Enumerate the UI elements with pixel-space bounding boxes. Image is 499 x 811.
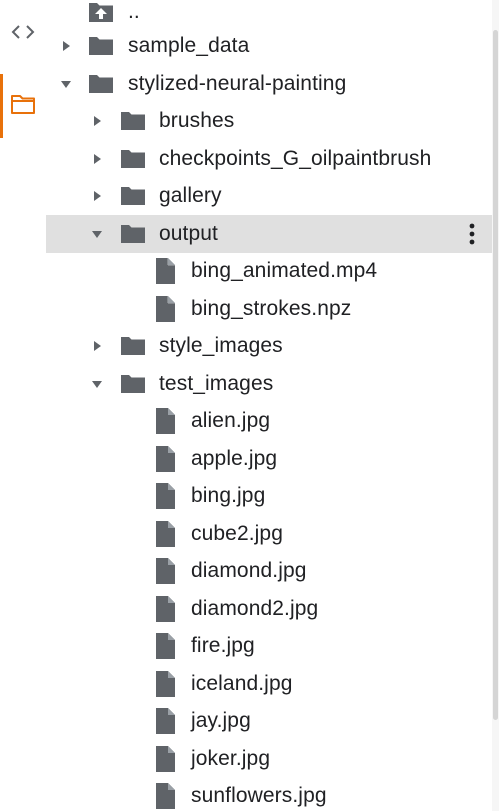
tree-item-label: diamond.jpg bbox=[191, 559, 307, 583]
folder-icon bbox=[118, 144, 148, 174]
tree-item-joker-jpg[interactable]: joker.jpg bbox=[46, 740, 492, 778]
file-icon bbox=[150, 744, 180, 774]
tree-item-label: brushes bbox=[159, 109, 235, 133]
more-options-icon[interactable] bbox=[462, 219, 482, 249]
tree-item-test-images[interactable]: test_images bbox=[46, 365, 492, 403]
tree-item-brushes[interactable]: brushes bbox=[46, 103, 492, 141]
tree-item-alien-jpg[interactable]: alien.jpg bbox=[46, 403, 492, 441]
tree-item-jay-jpg[interactable]: jay.jpg bbox=[46, 703, 492, 741]
files-button[interactable] bbox=[0, 86, 46, 126]
folder-icon bbox=[86, 31, 116, 61]
tree-item-label: jay.jpg bbox=[191, 709, 251, 733]
tree-item-label: alien.jpg bbox=[191, 409, 271, 433]
tree-item-diamond2-jpg[interactable]: diamond2.jpg bbox=[46, 590, 492, 628]
collapse-arrow-icon[interactable] bbox=[87, 374, 107, 394]
collapse-arrow-icon[interactable] bbox=[56, 74, 76, 94]
tree-item-label: bing_animated.mp4 bbox=[191, 259, 378, 283]
scrollbar-thumb[interactable] bbox=[493, 30, 498, 720]
tree-item-label: fire.jpg bbox=[191, 634, 255, 658]
file-icon bbox=[150, 294, 180, 324]
tree-item-label: bing.jpg bbox=[191, 484, 266, 508]
tree-item-sample-data[interactable]: sample_data bbox=[46, 28, 492, 66]
tree-item-checkpoints-g-oilpaintbrush[interactable]: checkpoints_G_oilpaintbrush bbox=[46, 140, 492, 178]
file-icon bbox=[150, 781, 180, 811]
tree-item-bing-strokes-npz[interactable]: bing_strokes.npz bbox=[46, 290, 492, 328]
tree-item-label: gallery bbox=[159, 184, 222, 208]
tree-item-output[interactable]: output bbox=[46, 215, 492, 253]
tree-item-label: sample_data bbox=[128, 34, 250, 58]
file-icon bbox=[150, 594, 180, 624]
upload-folder-icon bbox=[86, 0, 116, 27]
file-icon bbox=[150, 631, 180, 661]
folder-outline-icon bbox=[9, 92, 37, 121]
tree-item-label: diamond2.jpg bbox=[191, 596, 319, 620]
expand-arrow-icon[interactable] bbox=[87, 336, 107, 356]
tree-item-diamond-jpg[interactable]: diamond.jpg bbox=[46, 553, 492, 591]
tree-item-sunflowers-jpg[interactable]: sunflowers.jpg bbox=[46, 778, 492, 811]
tree-item-label: bing_strokes.npz bbox=[191, 296, 352, 320]
folder-icon bbox=[118, 331, 148, 361]
expand-arrow-icon[interactable] bbox=[56, 36, 76, 56]
tree-item-fire-jpg[interactable]: fire.jpg bbox=[46, 628, 492, 666]
parent-directory-label: .. bbox=[128, 0, 140, 23]
file-browser-panel: .. sample_data stylized-neural-painting bbox=[0, 0, 499, 811]
left-rail bbox=[0, 0, 46, 811]
expand-arrow-icon[interactable] bbox=[87, 149, 107, 169]
vertical-scrollbar[interactable] bbox=[492, 0, 499, 811]
tree-item-apple-jpg[interactable]: apple.jpg bbox=[46, 440, 492, 478]
tree-item-cube2-jpg[interactable]: cube2.jpg bbox=[46, 515, 492, 553]
file-icon bbox=[150, 706, 180, 736]
tree-item-label: joker.jpg bbox=[191, 746, 271, 770]
tree-item-bing-jpg[interactable]: bing.jpg bbox=[46, 478, 492, 516]
folder-icon bbox=[118, 219, 148, 249]
expand-arrow-icon[interactable] bbox=[87, 111, 107, 131]
folder-icon bbox=[118, 369, 148, 399]
folder-icon bbox=[86, 69, 116, 99]
code-icon bbox=[10, 22, 36, 47]
tree-item-label: test_images bbox=[159, 371, 274, 395]
tree-item-style-images[interactable]: style_images bbox=[46, 328, 492, 366]
file-icon bbox=[150, 669, 180, 699]
file-icon bbox=[150, 556, 180, 586]
tree-item-gallery[interactable]: gallery bbox=[46, 178, 492, 216]
file-icon bbox=[150, 256, 180, 286]
collapse-arrow-icon[interactable] bbox=[87, 224, 107, 244]
expand-arrow-icon[interactable] bbox=[87, 186, 107, 206]
tree-item-bing-animated-mp4[interactable]: bing_animated.mp4 bbox=[46, 253, 492, 291]
file-icon bbox=[150, 519, 180, 549]
tree-item-label: checkpoints_G_oilpaintbrush bbox=[159, 146, 432, 170]
tree-item-label: apple.jpg bbox=[191, 446, 278, 470]
file-icon bbox=[150, 481, 180, 511]
tree-item-label: output bbox=[159, 221, 218, 245]
file-icon bbox=[150, 444, 180, 474]
folder-icon bbox=[118, 181, 148, 211]
folder-icon bbox=[118, 106, 148, 136]
tree-item-label: stylized-neural-painting bbox=[128, 71, 347, 95]
file-tree: .. sample_data stylized-neural-painting bbox=[46, 0, 492, 811]
tree-item-stylized-neural-painting[interactable]: stylized-neural-painting bbox=[46, 65, 492, 103]
parent-directory-row[interactable]: .. bbox=[46, 0, 492, 31]
tree-item-label: sunflowers.jpg bbox=[191, 784, 327, 808]
tree-item-label: iceland.jpg bbox=[191, 671, 293, 695]
tree-item-iceland-jpg[interactable]: iceland.jpg bbox=[46, 665, 492, 703]
tree-item-label: cube2.jpg bbox=[191, 521, 283, 545]
code-snippets-button[interactable] bbox=[0, 14, 46, 54]
tree-item-label: style_images bbox=[159, 334, 283, 358]
file-icon bbox=[150, 406, 180, 436]
